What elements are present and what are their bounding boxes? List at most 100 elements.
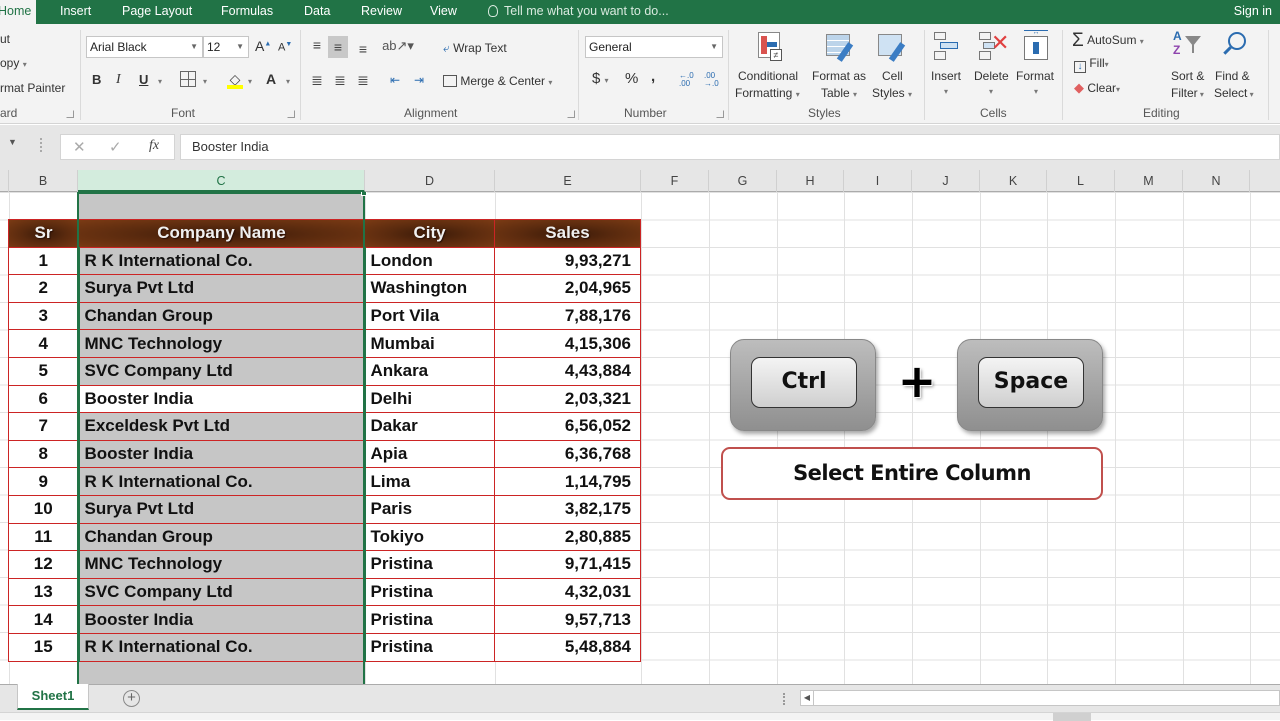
company-cell[interactable]: Booster India [77, 605, 366, 634]
increase-decimal-button[interactable]: ←.0 .00 [679, 72, 694, 88]
column-header-c[interactable]: C [78, 170, 365, 192]
sales-cell[interactable]: 2,04,965 [494, 274, 641, 303]
tab-page-layout[interactable]: Page Layout [122, 0, 192, 24]
company-cell[interactable]: R K International Co. [77, 632, 366, 662]
sr-cell[interactable]: 13 [8, 577, 79, 607]
sr-cell[interactable]: 8 [8, 439, 79, 469]
formula-bar-splitter[interactable] [40, 138, 42, 152]
align-right-icon[interactable]: ≣ [354, 71, 372, 89]
tab-data[interactable]: Data [304, 0, 330, 24]
city-cell[interactable]: Lima [364, 467, 495, 496]
city-cell[interactable]: Apia [364, 439, 495, 469]
sales-cell[interactable]: 1,14,795 [494, 467, 641, 496]
sr-cell[interactable]: 6 [8, 384, 79, 414]
sales-cell[interactable]: 4,32,031 [494, 577, 641, 607]
sales-cell[interactable]: 2,80,885 [494, 522, 641, 552]
sales-cell[interactable]: 2,03,321 [494, 384, 641, 414]
column-header-j[interactable]: J [912, 170, 980, 192]
sr-cell[interactable]: 7 [8, 412, 79, 441]
clipboard-launcher-icon[interactable] [66, 110, 74, 118]
tab-view[interactable]: View [430, 0, 457, 24]
tab-formulas[interactable]: Formulas [221, 0, 273, 24]
company-cell[interactable]: Surya Pvt Ltd [77, 274, 366, 303]
sales-cell[interactable]: 7,88,176 [494, 301, 641, 331]
fill-color-icon[interactable]: ◇ [226, 69, 244, 89]
sales-cell[interactable]: 9,57,713 [494, 605, 641, 634]
alignment-launcher-icon[interactable] [567, 110, 575, 118]
column-header-n[interactable]: N [1183, 170, 1250, 192]
borders-icon[interactable] [180, 71, 196, 87]
font-color-button[interactable]: A [266, 71, 276, 87]
sales-cell[interactable]: 3,82,175 [494, 494, 641, 524]
sr-cell[interactable]: 10 [8, 494, 79, 524]
sr-cell[interactable]: 15 [8, 632, 79, 662]
bottom-align-icon[interactable]: ≡ [354, 40, 372, 58]
column-header-b[interactable]: B [9, 170, 78, 192]
column-header-f[interactable]: F [641, 170, 709, 192]
company-cell[interactable]: MNC Technology [77, 550, 366, 579]
company-cell[interactable]: R K International Co. [77, 467, 366, 496]
company-cell[interactable]: SVC Company Ltd [77, 356, 366, 386]
chevron-down-icon[interactable]: ▾ [158, 77, 162, 86]
sr-cell[interactable]: 3 [8, 301, 79, 331]
add-sheet-icon[interactable]: + [123, 690, 140, 707]
column-header-d[interactable]: D [365, 170, 495, 192]
active-cell[interactable]: Booster India [77, 384, 366, 414]
bold-button[interactable]: B [92, 72, 101, 87]
sales-cell[interactable]: 4,15,306 [494, 329, 641, 358]
font-size-combo[interactable]: 12 ▼ [203, 36, 249, 58]
tell-me-search[interactable]: Tell me what you want to do... [488, 0, 669, 24]
number-format-combo[interactable]: General ▼ [585, 36, 723, 58]
city-cell[interactable]: Port Vila [364, 301, 495, 331]
sales-cell[interactable]: 6,56,052 [494, 412, 641, 441]
scroll-left-icon[interactable]: ◀ [801, 691, 814, 705]
decrease-decimal-button[interactable]: .00 →.0 [704, 72, 719, 88]
align-center-icon[interactable]: ≣ [331, 71, 349, 89]
sr-cell[interactable]: 2 [8, 274, 79, 303]
copy-button[interactable]: opy ▾ [0, 56, 27, 70]
insert-function-icon[interactable]: fx [149, 138, 159, 154]
column-header-i[interactable]: I [844, 170, 912, 192]
cut-button[interactable]: ut [0, 32, 10, 46]
city-cell[interactable]: Ankara [364, 356, 495, 386]
chevron-down-icon[interactable]: ▾ [203, 77, 207, 86]
city-cell[interactable]: Mumbai [364, 329, 495, 358]
column-header-m[interactable]: M [1115, 170, 1183, 192]
city-cell[interactable]: Delhi [364, 384, 495, 414]
worksheet-grid[interactable]: Sr Company Name City Sales 1R K Internat… [0, 192, 1280, 684]
company-cell[interactable]: Booster India [77, 439, 366, 469]
column-header-k[interactable]: K [980, 170, 1047, 192]
merge-center-button[interactable]: Merge & Center ▾ [443, 74, 552, 88]
enter-check-icon[interactable]: ✓ [109, 138, 122, 156]
row-header-corner[interactable] [0, 170, 9, 192]
header-company-name[interactable]: Company Name [78, 219, 365, 248]
horizontal-scrollbar[interactable]: ◀ [800, 690, 1280, 706]
company-cell[interactable]: Exceldesk Pvt Ltd [77, 412, 366, 441]
city-cell[interactable]: Tokiyo [364, 522, 495, 552]
company-cell[interactable]: R K International Co. [77, 246, 366, 276]
column-header-h[interactable]: H [777, 170, 844, 192]
sales-cell[interactable]: 5,48,884 [494, 632, 641, 662]
decrease-indent-icon[interactable]: ⇤ [386, 71, 404, 89]
company-cell[interactable]: SVC Company Ltd [77, 577, 366, 607]
sr-cell[interactable]: 9 [8, 467, 79, 496]
wrap-text-button[interactable]: ⤶ Wrap Text [443, 41, 507, 56]
scrollbar-splitter[interactable] [783, 693, 785, 705]
city-cell[interactable]: Pristina [364, 605, 495, 634]
city-cell[interactable]: Dakar [364, 412, 495, 441]
column-header-e[interactable]: E [495, 170, 641, 192]
sales-cell[interactable]: 9,71,415 [494, 550, 641, 579]
city-cell[interactable]: Pristina [364, 550, 495, 579]
sr-cell[interactable]: 5 [8, 356, 79, 386]
underline-button[interactable]: U [139, 72, 148, 87]
format-painter-button[interactable]: rmat Painter [0, 81, 65, 95]
shrink-font-button[interactable]: A▼ [278, 41, 292, 54]
company-cell[interactable]: Surya Pvt Ltd [77, 494, 366, 524]
sales-cell[interactable]: 9,93,271 [494, 246, 641, 276]
tab-review[interactable]: Review [361, 0, 402, 24]
company-cell[interactable]: Chandan Group [77, 301, 366, 331]
sr-cell[interactable]: 12 [8, 550, 79, 579]
number-launcher-icon[interactable] [716, 110, 724, 118]
top-align-icon[interactable]: ≡ [308, 36, 326, 54]
font-name-combo[interactable]: Arial Black ▼ [86, 36, 203, 58]
